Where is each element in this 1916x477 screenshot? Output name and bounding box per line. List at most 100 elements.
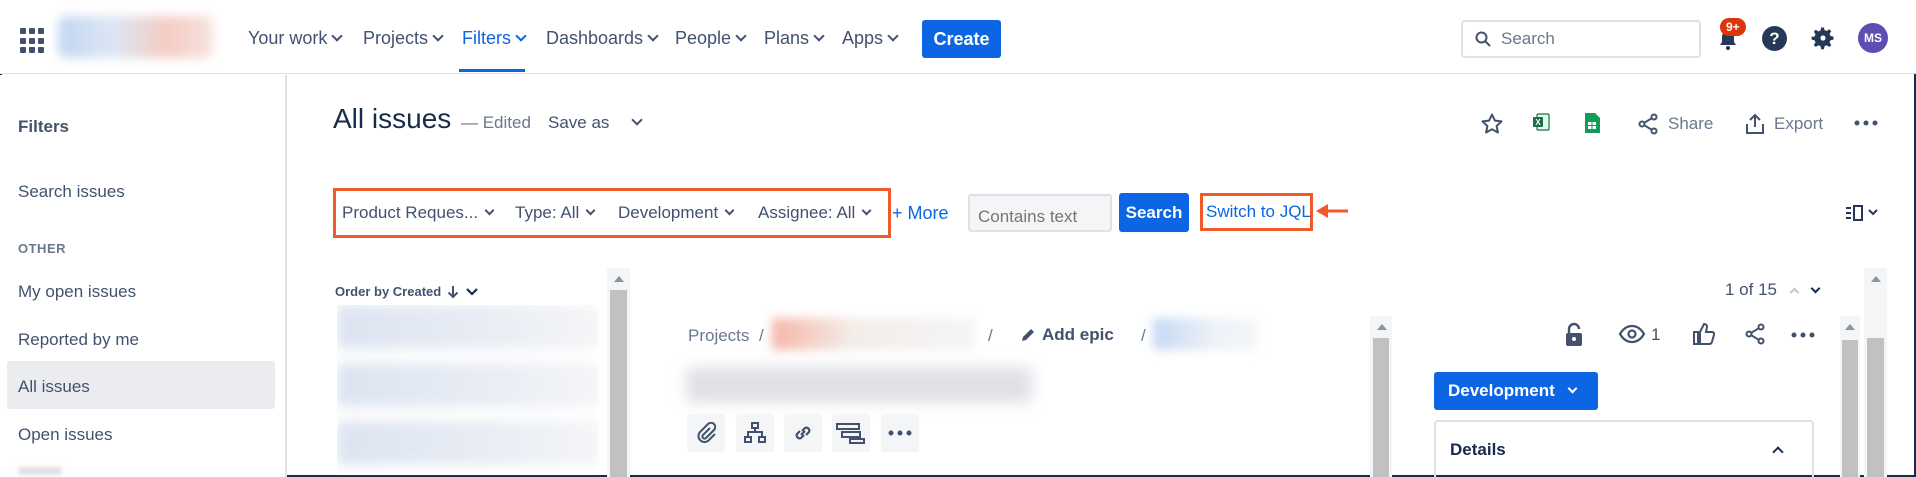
- chevron-down-icon: [887, 30, 899, 42]
- thumbs-up-icon[interactable]: [1693, 322, 1715, 346]
- issue-detail-scrollbar[interactable]: [1370, 316, 1392, 477]
- chevron-down-icon: [647, 30, 659, 42]
- search-input[interactable]: [1501, 29, 1681, 49]
- link-issue-button[interactable]: [784, 414, 822, 452]
- nav-dashboards[interactable]: Dashboards: [546, 28, 659, 49]
- scroll-up-arrow-icon[interactable]: [1871, 276, 1881, 282]
- scroll-up-arrow-icon[interactable]: [1377, 324, 1387, 330]
- more-filters-button[interactable]: + More: [892, 203, 949, 224]
- chevron-down-icon: [813, 30, 825, 42]
- scrollbar-thumb[interactable]: [610, 290, 627, 477]
- issue-list: [337, 305, 599, 477]
- sidebar-section-other: OTHER: [18, 241, 66, 256]
- scroll-up-arrow-icon[interactable]: [614, 276, 624, 282]
- export-label[interactable]: Export: [1774, 114, 1823, 134]
- create-button[interactable]: Create: [922, 20, 1001, 58]
- status-label: Development: [1448, 381, 1555, 400]
- filter-chip-status[interactable]: Development: [618, 203, 735, 223]
- more-icon: [888, 430, 912, 436]
- global-search[interactable]: [1461, 20, 1701, 58]
- search-button[interactable]: Search: [1119, 193, 1189, 232]
- breadcrumb-projects[interactable]: Projects: [688, 326, 749, 346]
- sidebar-item-truncated[interactable]: [18, 467, 62, 475]
- list-item[interactable]: [337, 421, 599, 465]
- sidebar-item-reported-by-me[interactable]: Reported by me: [18, 330, 139, 350]
- export-icon[interactable]: [1744, 112, 1766, 136]
- site-logo[interactable]: [58, 16, 213, 58]
- contains-text-input[interactable]: [968, 194, 1112, 232]
- chip-label: Type: All: [515, 203, 580, 222]
- chevron-up-icon[interactable]: [1772, 446, 1784, 458]
- sidebar-item-my-open-issues[interactable]: My open issues: [18, 282, 136, 302]
- page-scrollbar[interactable]: [1864, 268, 1887, 477]
- chevron-down-icon: [735, 30, 747, 42]
- chevron-down-icon: [515, 30, 527, 42]
- child-issue-button[interactable]: [736, 414, 774, 452]
- chip-label: Development: [618, 203, 719, 222]
- status-transition-button[interactable]: Development: [1434, 372, 1598, 410]
- active-nav-indicator: [459, 69, 525, 72]
- share-label[interactable]: Share: [1668, 114, 1713, 134]
- more-actions-button[interactable]: [881, 414, 919, 452]
- watch-eye-icon[interactable]: [1618, 324, 1646, 344]
- share-icon[interactable]: [1636, 112, 1660, 136]
- add-epic-button[interactable]: Add epic: [1020, 325, 1114, 345]
- scrollbar-thumb[interactable]: [1373, 338, 1389, 477]
- previous-issue-icon[interactable]: [1789, 287, 1800, 297]
- more-icon[interactable]: [1791, 332, 1815, 338]
- order-by-control[interactable]: Order by Created: [335, 284, 479, 299]
- excel-icon[interactable]: X: [1531, 112, 1551, 132]
- pager-text: 1 of 15: [1725, 280, 1777, 299]
- scroll-up-arrow-icon[interactable]: [1845, 324, 1855, 330]
- nav-apps[interactable]: Apps: [842, 28, 899, 49]
- sidebar-search-issues[interactable]: Search issues: [18, 182, 125, 202]
- save-as-label: Save as: [548, 113, 610, 132]
- nav-label: Projects: [363, 28, 429, 48]
- user-avatar[interactable]: MS: [1858, 23, 1888, 53]
- share-icon[interactable]: [1743, 322, 1767, 346]
- link-icon: [795, 426, 811, 440]
- sidebar-title: Filters: [18, 117, 70, 136]
- sidebar-item-open-issues[interactable]: Open issues: [18, 425, 113, 445]
- nav-filters[interactable]: Filters: [462, 28, 527, 49]
- lock-icon[interactable]: [1563, 322, 1585, 348]
- details-panel-scrollbar[interactable]: [1840, 316, 1860, 477]
- nav-people[interactable]: People: [675, 28, 747, 49]
- more-icon[interactable]: [1854, 120, 1878, 126]
- nav-plans[interactable]: Plans: [764, 28, 825, 49]
- issue-summary[interactable]: [686, 367, 1032, 403]
- help-icon[interactable]: ?: [1762, 26, 1787, 51]
- filter-chip-project[interactable]: Product Reques...: [342, 203, 495, 223]
- scrollbar-thumb[interactable]: [1867, 338, 1884, 477]
- nav-label: Dashboards: [546, 28, 644, 48]
- sidebar-item-all-issues[interactable]: All issues: [18, 377, 90, 397]
- arrow-down-icon: [447, 285, 459, 298]
- attach-button[interactable]: [687, 414, 725, 452]
- list-item[interactable]: [337, 305, 599, 349]
- list-item[interactable]: [337, 363, 599, 407]
- save-as-button[interactable]: Save as: [548, 113, 644, 133]
- roadmap-button[interactable]: [832, 414, 870, 452]
- details-panel[interactable]: Details: [1434, 420, 1814, 477]
- app-switcher-icon[interactable]: [20, 28, 46, 54]
- nav-your-work[interactable]: Your work: [248, 28, 344, 49]
- scrollbar-thumb[interactable]: [1842, 340, 1858, 477]
- breadcrumb-issue-key[interactable]: [1153, 318, 1257, 350]
- star-icon[interactable]: [1480, 112, 1504, 136]
- google-sheets-icon[interactable]: [1583, 112, 1601, 134]
- chevron-down-icon: [466, 287, 478, 296]
- chevron-down-icon: [724, 205, 735, 215]
- issue-list-scrollbar[interactable]: [607, 268, 630, 477]
- breadcrumb-separator: /: [988, 326, 993, 345]
- nav-label: Your work: [248, 28, 328, 48]
- filters-sidebar: Filters Search issues OTHER My open issu…: [0, 75, 287, 477]
- filter-chip-assignee[interactable]: Assignee: All: [758, 203, 872, 223]
- next-issue-icon[interactable]: [1810, 283, 1821, 293]
- view-layout-toggle-icon[interactable]: [1845, 204, 1879, 222]
- chevron-down-icon: [1567, 383, 1578, 394]
- settings-gear-icon[interactable]: [1809, 24, 1837, 52]
- filter-chip-type[interactable]: Type: All: [515, 203, 596, 223]
- switch-to-jql-link[interactable]: Switch to JQL: [1206, 202, 1311, 222]
- breadcrumb-project-name[interactable]: [772, 318, 975, 350]
- nav-projects[interactable]: Projects: [363, 28, 444, 49]
